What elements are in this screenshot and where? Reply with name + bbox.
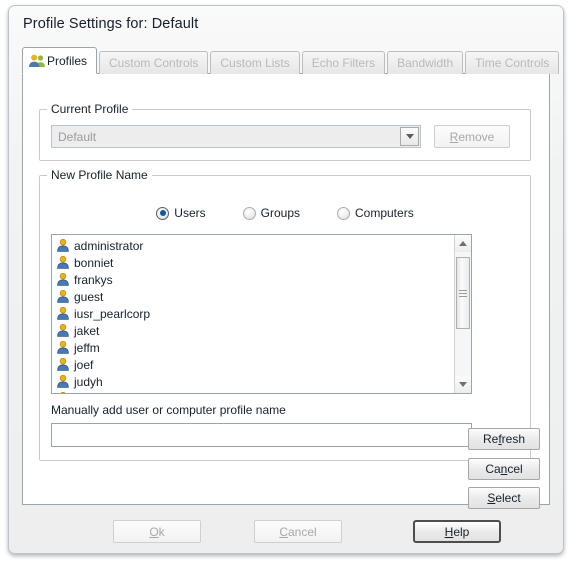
- help-label-post: elp: [453, 524, 470, 539]
- help-label-accel: H: [444, 524, 454, 539]
- help-button[interactable]: Help: [413, 520, 501, 543]
- list-item[interactable]: jeffm: [52, 339, 454, 356]
- radio-dial-icon: [156, 206, 170, 220]
- cancel-mid-label-accel: n: [500, 462, 508, 476]
- user-icon: [57, 307, 69, 320]
- tab-label: Custom Lists: [220, 56, 290, 70]
- list-item-label: bonniet: [74, 255, 114, 270]
- profile-type-radio-group: Users Groups Computers: [40, 206, 530, 220]
- user-icon: [57, 239, 69, 252]
- radio-users[interactable]: Users: [156, 206, 206, 220]
- current-profile-group-title: Current Profile: [47, 102, 133, 116]
- grip-icon: [459, 288, 467, 299]
- list-item-label: iusr_pearlcorp: [74, 306, 151, 321]
- people-icon: [29, 54, 45, 68]
- new-profile-group: New Profile Name Users Groups Computers: [39, 168, 531, 461]
- user-icon: [57, 392, 69, 393]
- radio-groups[interactable]: Groups: [242, 206, 300, 220]
- tab-custom-lists[interactable]: Custom Lists: [210, 51, 300, 74]
- list-item[interactable]: administrator: [52, 237, 454, 254]
- list-item[interactable]: iusr_pearlcorp: [52, 305, 454, 322]
- list-item-label: jaket: [74, 323, 100, 338]
- select-button[interactable]: Select: [468, 487, 540, 509]
- user-icon: [57, 290, 69, 303]
- user-icon: [57, 358, 69, 371]
- tab-label: Echo Filters: [311, 56, 376, 70]
- chevron-down-icon[interactable]: [400, 127, 419, 146]
- radio-dial-icon: [337, 206, 350, 220]
- refresh-label-post: resh: [501, 432, 526, 446]
- tab-echo-filters[interactable]: Echo Filters: [301, 51, 386, 74]
- tab-label: Time Controls: [475, 56, 550, 70]
- list-item-partial[interactable]: [52, 390, 454, 393]
- tab-profiles[interactable]: Profiles: [22, 47, 98, 74]
- list-item-label: jeffm: [74, 340, 100, 355]
- tab-label: Profiles: [47, 53, 88, 68]
- radio-dial-icon: [242, 206, 256, 220]
- manual-entry-input[interactable]: [51, 423, 472, 447]
- current-profile-value: Default: [58, 129, 97, 144]
- select-label-accel: S: [487, 491, 496, 505]
- cancel-label-accel: C: [279, 524, 288, 539]
- radio-computers[interactable]: Computers: [337, 206, 414, 220]
- ok-label-post: k: [158, 524, 165, 539]
- scroll-down-icon[interactable]: [455, 376, 471, 393]
- list-item[interactable]: guest: [52, 288, 454, 305]
- current-profile-combobox[interactable]: Default: [51, 125, 421, 148]
- tab-custom-controls[interactable]: Custom Controls: [99, 51, 209, 74]
- refresh-label-pre: Re: [482, 432, 499, 446]
- user-icon: [57, 256, 69, 269]
- remove-label-accel: R: [449, 129, 459, 144]
- list-item[interactable]: jaket: [52, 322, 454, 339]
- list-item[interactable]: joef: [52, 356, 454, 373]
- current-profile-group: Current Profile Default Remove: [39, 102, 531, 161]
- list-item[interactable]: frankys: [52, 271, 454, 288]
- profile-settings-dialog: Profile Settings for: Default Profiles C…: [8, 5, 564, 554]
- tab-time-controls[interactable]: Time Controls: [465, 51, 560, 74]
- list-item-label: administrator: [74, 238, 144, 253]
- list-item-label: frankys: [74, 272, 113, 287]
- list-item[interactable]: judyh: [52, 373, 454, 390]
- select-label-post: elect: [495, 491, 521, 505]
- triangle-up-shape: [459, 241, 467, 246]
- profile-name-list: administrator bonniet frankys guest iusr…: [52, 237, 454, 393]
- tab-strip: Profiles Custom Controls Custom Lists Ec…: [22, 47, 560, 74]
- caret-shape: [405, 134, 414, 139]
- radio-users-label: Users: [174, 206, 206, 220]
- cancel-label-post: ancel: [287, 524, 317, 539]
- scroll-up-icon[interactable]: [455, 235, 471, 252]
- tab-bandwidth[interactable]: Bandwidth: [387, 51, 464, 74]
- list-scrollbar[interactable]: [454, 235, 471, 393]
- refresh-button[interactable]: Re f resh: [468, 428, 540, 450]
- tab-label: Custom Controls: [109, 56, 199, 70]
- scrollbar-thumb[interactable]: [456, 257, 470, 329]
- user-icon: [57, 341, 69, 354]
- list-item-label: guest: [74, 289, 104, 304]
- dialog-surface: Profile Settings for: Default Profiles C…: [9, 6, 563, 553]
- dialog-title: Profile Settings for: Default: [23, 16, 199, 32]
- cancel-mid-label-pre: Ca: [485, 462, 501, 476]
- list-item-label: judyh: [74, 374, 103, 389]
- remove-label-post: emove: [458, 129, 495, 144]
- list-item-label: joef: [74, 357, 94, 372]
- user-icon: [57, 273, 69, 286]
- user-icon: [57, 324, 69, 337]
- radio-computers-label: Computers: [355, 206, 414, 220]
- profile-name-listbox[interactable]: administrator bonniet frankys guest iusr…: [51, 234, 472, 394]
- ok-button[interactable]: Ok: [113, 520, 201, 543]
- ok-label-accel: O: [149, 524, 159, 539]
- cancel-mid-label-post: cel: [507, 462, 523, 476]
- cancel-selection-button[interactable]: Ca n cel: [468, 458, 540, 480]
- triangle-down-shape: [459, 382, 467, 387]
- radio-groups-label: Groups: [260, 206, 300, 220]
- remove-button[interactable]: Remove: [434, 125, 510, 148]
- new-profile-group-title: New Profile Name: [47, 168, 152, 182]
- list-item[interactable]: bonniet: [52, 254, 454, 271]
- tab-label: Bandwidth: [397, 56, 454, 70]
- user-icon: [57, 375, 69, 388]
- cancel-button[interactable]: Cancel: [254, 520, 342, 543]
- tab-panel: Profiles Custom Controls Custom Lists Ec…: [22, 47, 560, 509]
- manual-entry-label: Manually add user or computer profile na…: [51, 403, 286, 417]
